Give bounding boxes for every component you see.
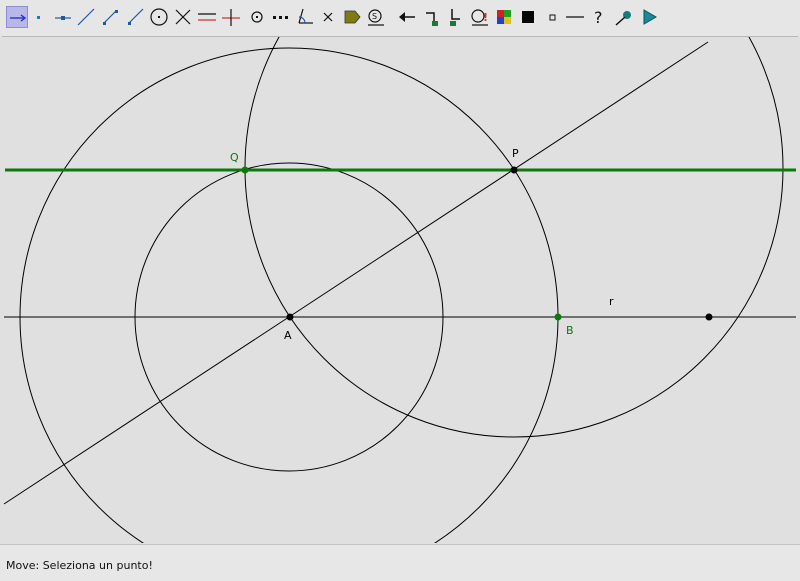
fill-tag-button[interactable]: [341, 6, 363, 28]
line-through-two-points-icon: [77, 8, 95, 26]
intersect-button[interactable]: [172, 6, 194, 28]
macro-icon: S: [368, 9, 384, 26]
parallel-line-button[interactable]: [196, 6, 218, 28]
play-icon: [643, 9, 657, 25]
status-text: Move: Seleziona un punto!: [6, 559, 153, 572]
undo-icon: [399, 12, 415, 22]
segment-button[interactable]: [99, 6, 121, 28]
locus-dots-button[interactable]: [270, 6, 292, 28]
svg-text:S: S: [372, 12, 377, 21]
delete-button[interactable]: [317, 6, 339, 28]
point-on-line-icon: [55, 16, 71, 20]
new-point-button[interactable]: [27, 6, 49, 28]
point-on-line-button[interactable]: [52, 6, 74, 28]
undo-button[interactable]: [396, 6, 418, 28]
point-B[interactable]: [554, 313, 562, 321]
point-r-free[interactable]: [705, 313, 713, 321]
zoom-alert-icon: !: [471, 9, 488, 26]
color-palette-icon: [497, 10, 511, 24]
drawing-canvas[interactable]: Q P A B r: [2, 36, 798, 543]
circle-center-point-button[interactable]: [148, 6, 170, 28]
circle-center-point-icon: [150, 8, 168, 26]
circle-large-center-A[interactable]: [19, 47, 559, 543]
midpoint-button[interactable]: [246, 6, 268, 28]
show-hide-button[interactable]: [421, 6, 443, 28]
play-button[interactable]: [638, 6, 660, 28]
svg-text:?: ?: [594, 8, 603, 27]
svg-text:!: !: [483, 11, 488, 24]
parallel-line-icon: [198, 13, 216, 21]
small-square-point-button[interactable]: [541, 6, 563, 28]
line-through-two-points-button[interactable]: [75, 6, 97, 28]
show-hide-icon: [426, 12, 438, 26]
label-A: A: [284, 329, 292, 342]
trace-icon: [450, 9, 460, 26]
ray-icon: [128, 8, 144, 25]
help-icon: ?: [594, 8, 603, 27]
move-tool-icon: [10, 14, 27, 22]
thin-line-icon: [566, 16, 584, 18]
point-A[interactable]: [286, 313, 294, 321]
point-P[interactable]: [510, 166, 518, 174]
thin-line-button[interactable]: [564, 6, 586, 28]
settings-pin-button[interactable]: [613, 6, 635, 28]
trace-button[interactable]: [445, 6, 467, 28]
angle-button[interactable]: [294, 6, 316, 28]
big-square-point-button[interactable]: [517, 6, 539, 28]
fill-tag-icon: [344, 10, 361, 24]
angle-icon: [298, 8, 313, 24]
locus-dots-icon: [273, 16, 288, 19]
zoom-alert-button[interactable]: !: [469, 6, 491, 28]
small-square-point-icon: [549, 14, 556, 21]
ray-button[interactable]: [124, 6, 146, 28]
color-palette-button[interactable]: [493, 6, 515, 28]
segment-icon: [103, 10, 118, 25]
point-Q[interactable]: [241, 166, 249, 174]
new-point-icon: [37, 16, 40, 19]
label-r: r: [609, 295, 614, 308]
delete-icon: [323, 12, 333, 22]
macro-button[interactable]: S: [365, 6, 387, 28]
label-B: B: [566, 324, 574, 337]
line-A-P[interactable]: [3, 41, 709, 505]
label-P: P: [512, 147, 519, 160]
intersect-icon: [175, 9, 191, 25]
settings-pin-icon: [615, 11, 631, 26]
big-square-point-icon: [522, 11, 534, 23]
move-tool-button[interactable]: [6, 6, 28, 28]
label-Q: Q: [230, 151, 239, 164]
toolbar: S ! ?: [0, 0, 800, 36]
status-bar: Move: Seleziona un punto!: [0, 544, 800, 581]
perpendicular-line-icon: [222, 9, 240, 26]
midpoint-icon: [251, 11, 263, 23]
perpendicular-line-button[interactable]: [220, 6, 242, 28]
geometry-drawing[interactable]: Q P A B r: [2, 37, 798, 543]
help-button[interactable]: ?: [589, 6, 611, 28]
circle-through-Q-P-B[interactable]: [244, 37, 784, 438]
